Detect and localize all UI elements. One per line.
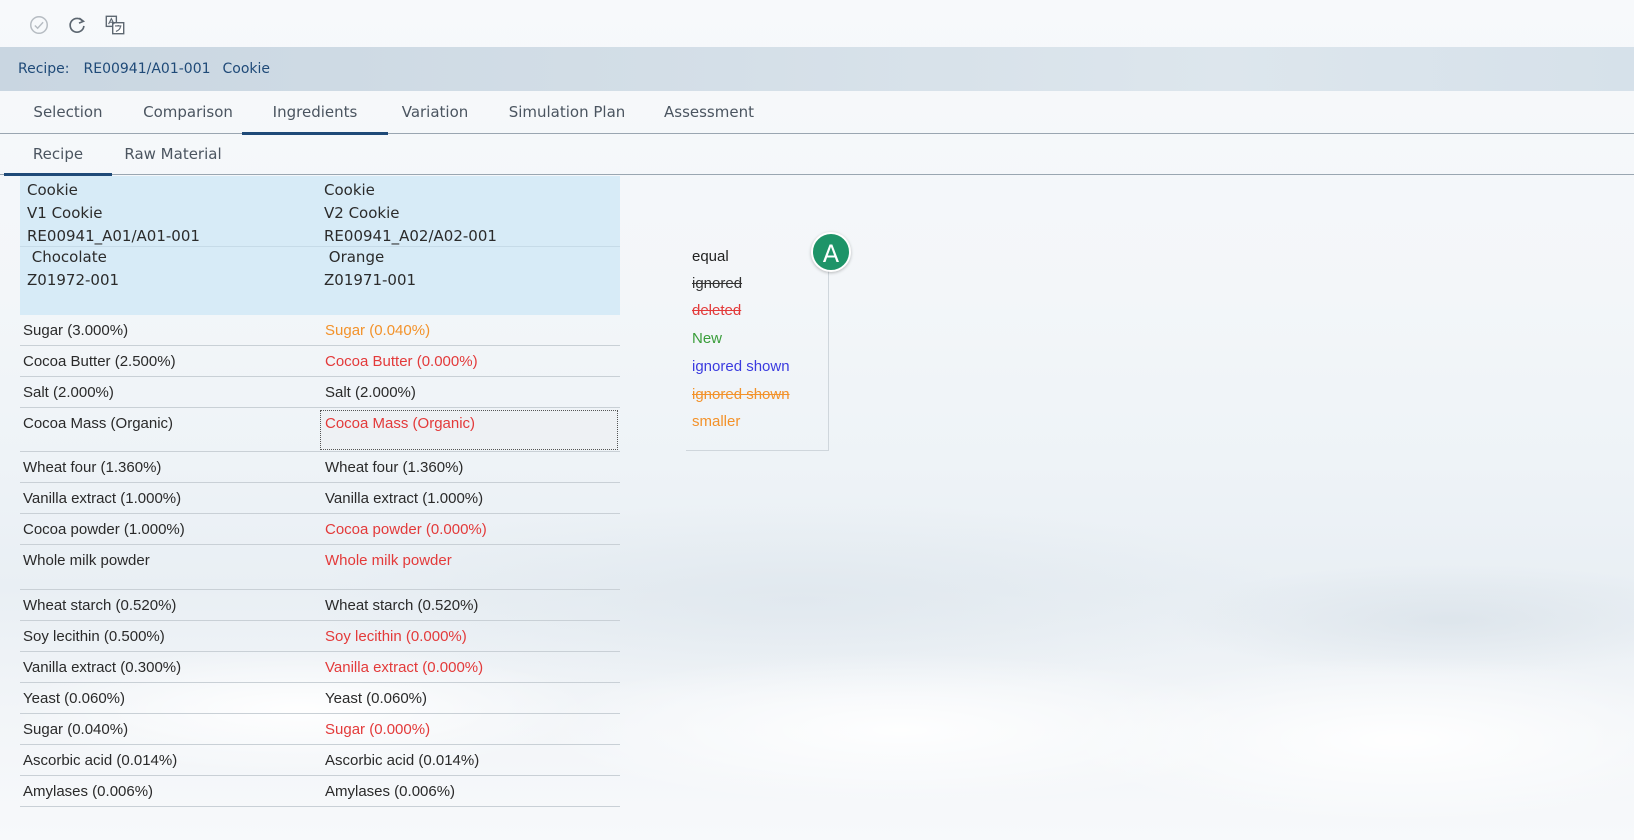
left-ingredient-cell: Yeast (0.060%)	[23, 690, 126, 707]
left-variant-name: Chocolate	[27, 248, 107, 266]
left-ingredient-cell: Wheat starch (0.520%)	[23, 597, 177, 614]
tab-selection[interactable]: Selection	[18, 92, 118, 133]
recipe-header: Recipe: RE00941/A01-001 Cookie	[0, 47, 1634, 91]
right-ingredient-cell: Cocoa Butter (0.000%)	[325, 353, 478, 370]
right-variant-code: Z01971-001	[324, 271, 417, 289]
left-ingredient-cell: Cocoa Butter (2.500%)	[23, 353, 176, 370]
right-recipe-name: Cookie	[324, 181, 375, 199]
translate-icon[interactable]	[102, 12, 128, 38]
legend-new: New	[692, 330, 723, 347]
right-ingredient-cell: Cocoa Mass (Organic)	[325, 415, 476, 432]
left-recipe-code: RE00941_A01/A01-001	[27, 227, 200, 245]
left-ingredient-cell: Sugar (0.040%)	[23, 721, 129, 738]
left-ingredient-cell: Soy lecithin (0.500%)	[23, 628, 165, 645]
legend: equal ignored deleted New ignored shown …	[686, 240, 829, 451]
check-circle-icon[interactable]	[26, 12, 52, 38]
recipe-label: Recipe:	[18, 61, 70, 77]
right-ingredient-cell: Wheat starch (0.520%)	[325, 597, 479, 614]
left-ingredient-cell: Whole milk powder	[23, 552, 150, 569]
right-recipe-header: Cookie V2 Cookie RE00941_A02/A02-001	[324, 179, 497, 248]
left-ingredient-cell: Ascorbic acid (0.014%)	[23, 752, 178, 769]
legend-deleted: deleted	[692, 302, 742, 319]
table-row[interactable]: Whole milk powder Whole milk powder	[20, 545, 620, 590]
right-ingredient-cell: Salt (2.000%)	[325, 384, 416, 401]
right-ingredient-cell: Whole milk powder	[325, 552, 452, 569]
tab-simulation-plan[interactable]: Simulation Plan	[500, 92, 634, 133]
table-row[interactable]: Wheat starch (0.520%) Wheat starch (0.520…	[20, 590, 620, 621]
main-tabs: Selection Comparison Ingredients Variati…	[0, 92, 1634, 135]
right-variant-name: Orange	[324, 248, 385, 266]
left-recipe-header: Cookie V1 Cookie RE00941_A01/A01-001	[27, 179, 200, 248]
legend-smaller: smaller	[692, 413, 741, 430]
left-ingredient-cell: Salt (2.000%)	[23, 384, 114, 401]
comparison-header: Cookie V1 Cookie RE00941_A01/A01-001 Coo…	[20, 176, 620, 315]
right-ingredient-cell: Wheat four (1.360%)	[325, 459, 464, 476]
right-ingredient-cell: Sugar (0.040%)	[325, 322, 431, 339]
legend-ignored-shown: ignored shown	[692, 358, 790, 375]
table-row[interactable]: Cocoa Butter (2.500%) Cocoa Butter (0.000…	[20, 346, 620, 377]
right-ingredient-cell: Soy lecithin (0.000%)	[325, 628, 467, 645]
left-ingredient-cell: Amylases (0.006%)	[23, 783, 154, 800]
subtab-recipe[interactable]: Recipe	[4, 134, 112, 176]
table-row[interactable]: Vanilla extract (0.300%) Vanilla extract …	[20, 652, 620, 683]
recipe-name: Cookie	[222, 61, 271, 77]
left-ingredient-cell: Vanilla extract (1.000%)	[23, 490, 182, 507]
table-row[interactable]: Sugar (3.000%) Sugar (0.040%)	[20, 315, 620, 346]
left-variant-code: Z01972-001	[27, 271, 120, 289]
table-row[interactable]: Yeast (0.060%) Yeast (0.060%)	[20, 683, 620, 714]
sub-tabs: Recipe Raw Material	[0, 134, 1634, 176]
table-row[interactable]: Salt (2.000%) Salt (2.000%)	[20, 377, 620, 408]
right-ingredient-cell: Ascorbic acid (0.014%)	[325, 752, 480, 769]
left-ingredient-cell: Cocoa powder (1.000%)	[23, 521, 185, 538]
table-row[interactable]: Ascorbic acid (0.014%) Ascorbic acid (0.0…	[20, 745, 620, 776]
right-ingredient-cell: Amylases (0.006%)	[325, 783, 456, 800]
left-ingredient-cell: Vanilla extract (0.300%)	[23, 659, 182, 676]
left-ingredient-cell: Sugar (3.000%)	[23, 322, 129, 339]
right-ingredient-cell: Vanilla extract (1.000%)	[325, 490, 484, 507]
right-ingredient-cell: Sugar (0.000%)	[325, 721, 431, 738]
table-row[interactable]: Wheat four (1.360%) Wheat four (1.360%)	[20, 452, 620, 483]
legend-equal: equal	[692, 248, 729, 265]
comparison-table: Cookie V1 Cookie RE00941_A01/A01-001 Coo…	[20, 176, 620, 807]
left-ingredient-cell: Wheat four (1.360%)	[23, 459, 162, 476]
toolbar	[26, 12, 128, 38]
tab-variation[interactable]: Variation	[392, 92, 478, 133]
refresh-icon[interactable]	[64, 12, 90, 38]
table-row[interactable]: Cocoa Mass (Organic) Cocoa Mass (Organic)	[20, 408, 620, 452]
table-row[interactable]: Sugar (0.040%) Sugar (0.000%)	[20, 714, 620, 745]
left-variant-header: Chocolate Z01972-001	[27, 246, 119, 292]
table-row[interactable]: Cocoa powder (1.000%) Cocoa powder (0.000…	[20, 514, 620, 545]
tab-comparison[interactable]: Comparison	[132, 92, 244, 133]
recipe-code: RE00941/A01-001	[83, 61, 211, 77]
right-ingredient-cell: Vanilla extract (0.000%)	[325, 659, 484, 676]
annotation-badge: A	[811, 232, 851, 272]
table-row[interactable]: Soy lecithin (0.500%) Soy lecithin (0.000…	[20, 621, 620, 652]
left-recipe-version: V1 Cookie	[27, 204, 103, 222]
right-ingredient-cell: Yeast (0.060%)	[325, 690, 428, 707]
right-recipe-version: V2 Cookie	[324, 204, 400, 222]
legend-ignored: ignored	[692, 275, 743, 292]
left-ingredient-cell: Cocoa Mass (Organic)	[23, 415, 174, 432]
tab-ingredients[interactable]: Ingredients	[242, 92, 388, 135]
legend-ignored-shown-strike: ignored shown	[692, 386, 790, 403]
right-ingredient-cell: Cocoa powder (0.000%)	[325, 521, 487, 538]
right-variant-header: Orange Z01971-001	[324, 246, 416, 292]
tab-assessment[interactable]: Assessment	[656, 92, 762, 133]
right-recipe-code: RE00941_A02/A02-001	[324, 227, 497, 245]
ingredient-rows: Sugar (3.000%) Sugar (0.040%) Cocoa Butter…	[20, 315, 620, 807]
table-row[interactable]: Amylases (0.006%) Amylases (0.006%)	[20, 776, 620, 807]
left-recipe-name: Cookie	[27, 181, 78, 199]
subtab-raw-material[interactable]: Raw Material	[118, 134, 228, 174]
table-row[interactable]: Vanilla extract (1.000%) Vanilla extract …	[20, 483, 620, 514]
